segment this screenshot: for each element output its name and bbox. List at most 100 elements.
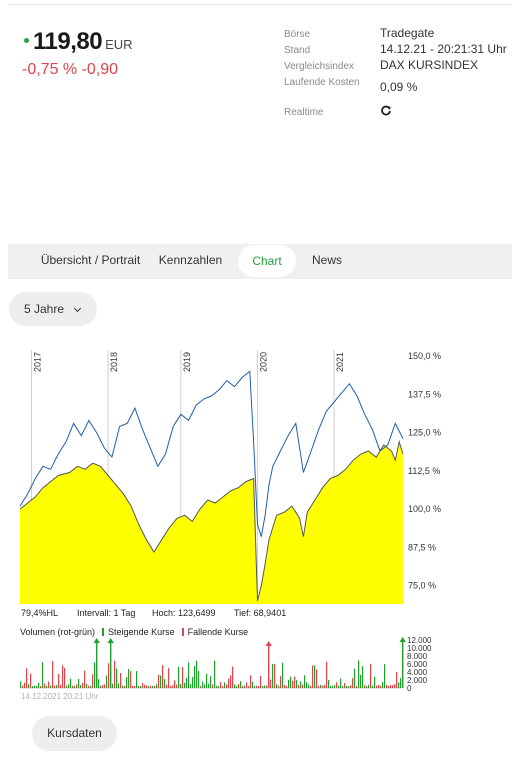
volume-bar [304,675,306,688]
volume-bar [402,642,404,688]
x-tick-label: 2019 [182,352,192,372]
volume-bar [348,685,350,688]
volume-bar [182,667,184,688]
volume-bar [334,685,336,688]
volume-bar [74,685,76,688]
volume-peak-marker-icon [399,637,406,642]
volume-bar [324,684,326,688]
volume-bar [328,679,330,688]
y-tick-label: 75,0 % [408,581,436,591]
volume-bar [278,685,280,688]
volume-bar [246,682,248,688]
volume-bar [158,674,160,688]
x-tick-label: 2017 [32,352,42,372]
volume-bar [90,685,92,688]
volume-bar [286,685,288,688]
y-tick-label: 87,5 % [408,542,436,552]
volume-bar [350,685,352,688]
volume-bar [36,685,38,688]
volume-bar [234,684,236,688]
price-chart: 150,0 % 137,5 % 125,0 % 112,5 % 100,0 % 87,5 … [19,350,441,693]
volume-bar [344,682,346,688]
volume-bar [240,681,242,688]
volume-bar [312,665,314,688]
volume-bar [180,684,182,688]
volume-bar [302,684,304,688]
volume-bar [372,685,374,688]
volume-bar [248,685,250,688]
x-tick-label: 2018 [109,352,119,372]
volume-bar [112,683,114,688]
volume-bar [144,684,146,688]
volume-bar [296,680,298,688]
volume-bar [66,685,68,688]
falling-swatch-icon [181,628,184,636]
volume-bar [252,681,254,688]
volume-bar [170,685,172,688]
volume-bar [332,685,334,688]
volume-bar [76,684,78,688]
volume-bar [396,671,398,688]
volume-bar [294,676,296,688]
rising-swatch-icon [102,628,105,636]
volume-bar [384,664,386,688]
volume-bar [164,679,166,688]
volume-bar [338,685,340,688]
volume-bar [400,678,402,688]
volume-bar [98,679,100,688]
volume-bar [84,670,86,688]
volume-bar [176,684,178,688]
volume-bar [64,668,66,688]
volume-bar [316,669,318,688]
volume-bar [52,661,54,688]
volume-bar [242,685,244,688]
chart-timestamp: 14.12.2021 20:21 Uhr [21,692,99,701]
volume-bar [282,662,284,688]
volume-peak-marker-icon [265,641,272,646]
volume-title: Volumen (rot-grün) [20,627,96,637]
volume-bar [80,685,82,688]
volume-bar [162,665,164,688]
volume-bar [388,685,390,688]
volume-bar [244,685,246,688]
volume-bar [298,685,300,688]
volume-bar [232,666,234,688]
volume-bar [226,684,228,688]
volume-peak-marker-icon [107,638,114,643]
volume-bar [86,683,88,688]
volume-bar [78,678,80,688]
volume-bar [224,682,226,688]
volume-bar [238,684,240,688]
volume-bar [356,686,358,688]
volume-bar [394,684,396,688]
volume-bar [146,685,148,688]
volume-bar [190,684,192,688]
volume-bar [110,643,112,688]
volume-bar [194,666,196,688]
volume-bar [160,675,162,688]
y-tick-label: 100,0 % [408,504,441,514]
volume-bar [94,662,96,688]
volume-bar [132,685,134,688]
chart-high: Hoch: 123,6499 [152,608,216,618]
volume-bar [392,685,394,688]
volume-bar [260,675,262,688]
volume-bar [136,671,138,688]
chart-interval: Intervall: 1 Tag [77,608,136,618]
volume-bar [326,661,328,688]
volume-bar [274,663,276,688]
x-tick-label: 2020 [258,352,268,372]
volume-bar [376,685,378,688]
volume-bar [264,685,266,688]
volume-bar [38,682,40,688]
volume-bar [330,685,332,688]
volume-bar [184,682,186,688]
y-tick-label: 125,0 % [408,428,441,438]
volume-bar [268,646,270,688]
volume-bar [214,660,216,688]
volume-bar [340,678,342,688]
volume-bar [362,666,364,688]
volume-bar [284,684,286,688]
volume-bar [42,662,44,688]
kursdaten-button[interactable]: Kursdaten [32,716,117,751]
